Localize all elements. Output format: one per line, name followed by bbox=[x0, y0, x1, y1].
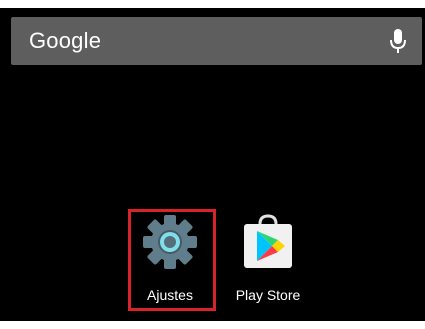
play-store-icon bbox=[238, 212, 298, 272]
google-search-bar[interactable]: Google bbox=[11, 17, 422, 65]
app-play-store[interactable]: Play Store bbox=[222, 212, 318, 312]
microphone-icon[interactable] bbox=[388, 27, 408, 57]
google-logo: Google bbox=[29, 28, 102, 53]
highlight-box bbox=[128, 209, 216, 311]
app-label-play-store: Play Store bbox=[235, 287, 301, 303]
home-screen: Google Ajustes Play Store bbox=[0, 0, 425, 329]
